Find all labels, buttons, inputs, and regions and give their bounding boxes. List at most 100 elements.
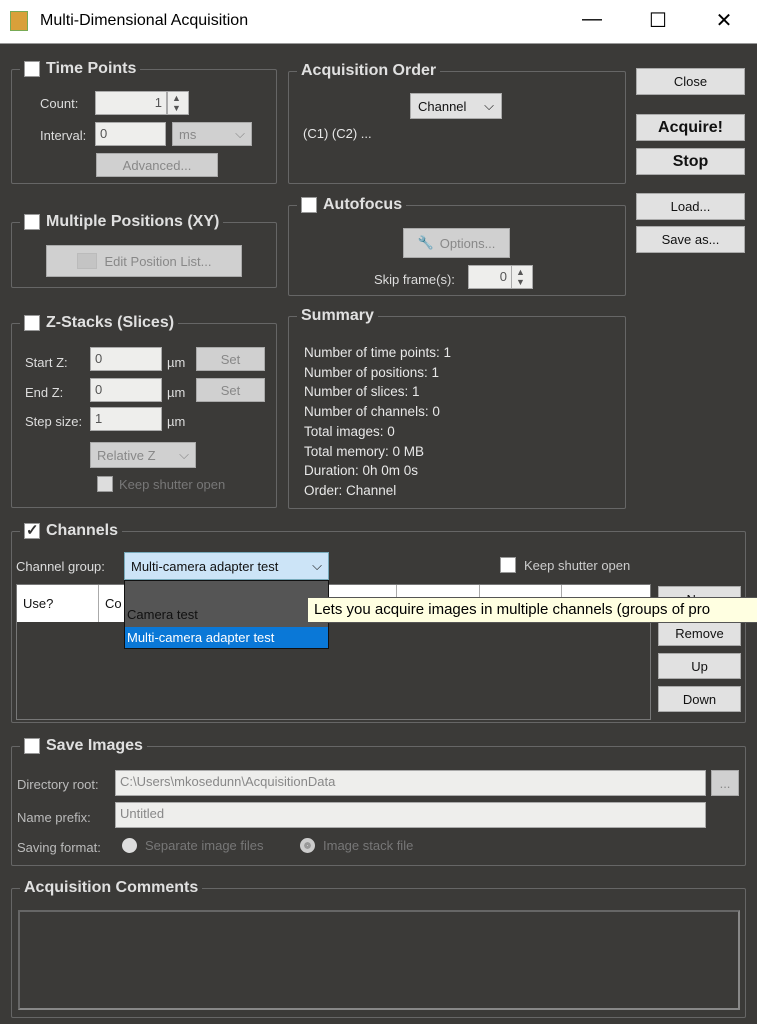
channel-group-select[interactable]: Multi-camera adapter test ⌵ xyxy=(124,552,329,580)
close-window-button[interactable]: ✕ xyxy=(704,8,744,36)
skip-frames-spinner[interactable]: ▲ ▼ xyxy=(511,265,533,289)
up-button[interactable]: Up xyxy=(658,653,741,679)
end-z-label: End Z: xyxy=(25,385,64,400)
skip-frames-label: Skip frame(s): xyxy=(374,272,455,287)
skip-frames-input[interactable]: 0 xyxy=(468,265,512,289)
chevron-down-icon: ⌵ xyxy=(312,558,322,573)
zstack-title: Z-Stacks (Slices) xyxy=(46,314,175,331)
channels-checkbox[interactable] xyxy=(24,521,40,539)
comments-textarea[interactable] xyxy=(18,910,740,1010)
zstack-keep-shutter[interactable]: Keep shutter open xyxy=(97,476,225,492)
channels-keep-shutter-label: Keep shutter open xyxy=(524,557,631,573)
channel-group-label: Channel group: xyxy=(16,559,105,574)
save-images-header: Save Images xyxy=(20,737,147,755)
end-z-input[interactable]: 0 xyxy=(90,378,162,402)
remove-channel-button[interactable]: Remove xyxy=(658,620,741,646)
save-images-title: Save Images xyxy=(46,737,143,754)
stop-button[interactable]: Stop xyxy=(636,148,745,175)
window-title: Multi-Dimensional Acquisition xyxy=(40,12,249,29)
positions-checkbox[interactable] xyxy=(24,214,40,230)
chevron-down-icon: ⌵ xyxy=(235,126,245,141)
time-points-title: Time Points xyxy=(46,60,137,77)
keep-shutter-checkbox[interactable] xyxy=(97,476,113,492)
time-points-checkbox[interactable] xyxy=(24,61,40,77)
chevron-down-icon: ⌵ xyxy=(179,447,189,462)
summary-line: Number of slices: 1 xyxy=(304,384,420,400)
acquire-button[interactable]: Acquire! xyxy=(636,114,745,141)
app-icon xyxy=(10,11,28,31)
start-z-input[interactable]: 0 xyxy=(90,347,162,371)
name-prefix-label: Name prefix: xyxy=(17,810,91,825)
radio-selected-icon[interactable] xyxy=(300,838,315,853)
summary-line: Duration: 0h 0m 0s xyxy=(304,463,419,479)
title-bar: Multi-Dimensional Acquisition — ☐ ✕ xyxy=(0,0,757,44)
positions-header: Multiple Positions (XY) xyxy=(20,213,224,231)
maximize-button[interactable]: ☐ xyxy=(638,8,678,36)
count-spinner[interactable]: ▲ ▼ xyxy=(167,91,189,115)
autofocus-options-button[interactable]: 🔧 Options... xyxy=(403,228,510,258)
step-size-input[interactable]: 1 xyxy=(90,407,162,431)
wrench-icon: 🔧 xyxy=(417,235,434,250)
summary-line: Number of channels: 0 xyxy=(304,404,440,420)
z-mode-value: Relative Z xyxy=(97,447,156,463)
browse-button[interactable]: ... xyxy=(711,770,739,796)
channels-keep-shutter[interactable]: Keep shutter open xyxy=(500,557,630,573)
step-unit: µm xyxy=(167,414,186,429)
channel-group-dropdown: Camera test Multi-camera adapter test xyxy=(124,580,329,649)
edit-position-label: Edit Position List... xyxy=(104,253,212,269)
edit-position-list-button[interactable]: Edit Position List... xyxy=(46,245,242,277)
set-start-z-button[interactable]: Set xyxy=(196,347,265,371)
directory-root-label: Directory root: xyxy=(17,777,99,792)
column-header-use[interactable]: Use? xyxy=(17,585,99,622)
tooltip: Lets you acquire images in multiple chan… xyxy=(307,597,757,623)
start-z-label: Start Z: xyxy=(25,355,68,370)
summary-line: Total memory: 0 MB xyxy=(304,443,425,459)
zstack-checkbox[interactable] xyxy=(24,315,40,331)
name-prefix-input[interactable]: Untitled xyxy=(115,802,706,828)
channel-group-value: Multi-camera adapter test xyxy=(131,558,279,574)
channels-header: Channels xyxy=(20,521,123,540)
autofocus-checkbox[interactable] xyxy=(301,197,317,213)
positions-title: Multiple Positions (XY) xyxy=(46,213,220,230)
list-icon xyxy=(76,253,97,269)
minimize-button[interactable]: — xyxy=(572,8,612,36)
chevron-down-icon: ⌵ xyxy=(484,98,494,113)
directory-root-input[interactable]: C:\Users\mkosedunn\AcquisitionData xyxy=(115,770,706,796)
separate-files-radio[interactable]: Separate image files xyxy=(122,838,264,853)
saving-format-label: Saving format: xyxy=(17,840,101,855)
summary-lines: Number of time points: 1 Number of posit… xyxy=(304,343,451,501)
set-end-z-button[interactable]: Set xyxy=(196,378,265,402)
advanced-button[interactable]: Advanced... xyxy=(96,153,218,177)
unit-value: ms xyxy=(179,126,197,142)
zstack-header: Z-Stacks (Slices) xyxy=(20,314,179,332)
channels-keep-shutter-checkbox[interactable] xyxy=(500,557,516,573)
time-points-header: Time Points xyxy=(20,60,141,78)
count-input[interactable]: 1 xyxy=(95,91,167,115)
end-z-unit: µm xyxy=(167,385,186,400)
summary-title: Summary xyxy=(297,307,378,325)
image-stack-radio[interactable]: Image stack file xyxy=(300,838,413,853)
interval-label: Interval: xyxy=(40,128,87,143)
dropdown-option-camera-test[interactable]: Camera test xyxy=(127,607,198,622)
dropdown-option-multi-camera[interactable]: Multi-camera adapter test xyxy=(125,627,328,648)
count-label: Count: xyxy=(40,96,79,111)
interval-unit-select[interactable]: ms ⌵ xyxy=(172,122,252,146)
load-button[interactable]: Load... xyxy=(636,193,745,220)
close-button[interactable]: Close xyxy=(636,68,745,95)
order-title: Acquisition Order xyxy=(297,62,441,80)
separate-files-label: Separate image files xyxy=(145,838,264,853)
comments-title: Acquisition Comments xyxy=(20,879,203,897)
order-select[interactable]: Channel ⌵ xyxy=(410,93,502,119)
save-images-checkbox[interactable] xyxy=(24,738,40,754)
start-z-unit: µm xyxy=(167,355,186,370)
interval-input[interactable]: 0 xyxy=(95,122,166,146)
summary-line: Number of positions: 1 xyxy=(304,364,440,380)
z-mode-select[interactable]: Relative Z ⌵ xyxy=(90,442,196,468)
save-as-button[interactable]: Save as... xyxy=(636,226,745,253)
autofocus-title: Autofocus xyxy=(323,196,403,213)
summary-line: Total images: 0 xyxy=(304,423,395,439)
down-button[interactable]: Down xyxy=(658,686,741,712)
radio-icon[interactable] xyxy=(122,838,137,853)
order-value: Channel xyxy=(418,98,467,114)
summary-line: Order: Channel xyxy=(304,482,397,498)
